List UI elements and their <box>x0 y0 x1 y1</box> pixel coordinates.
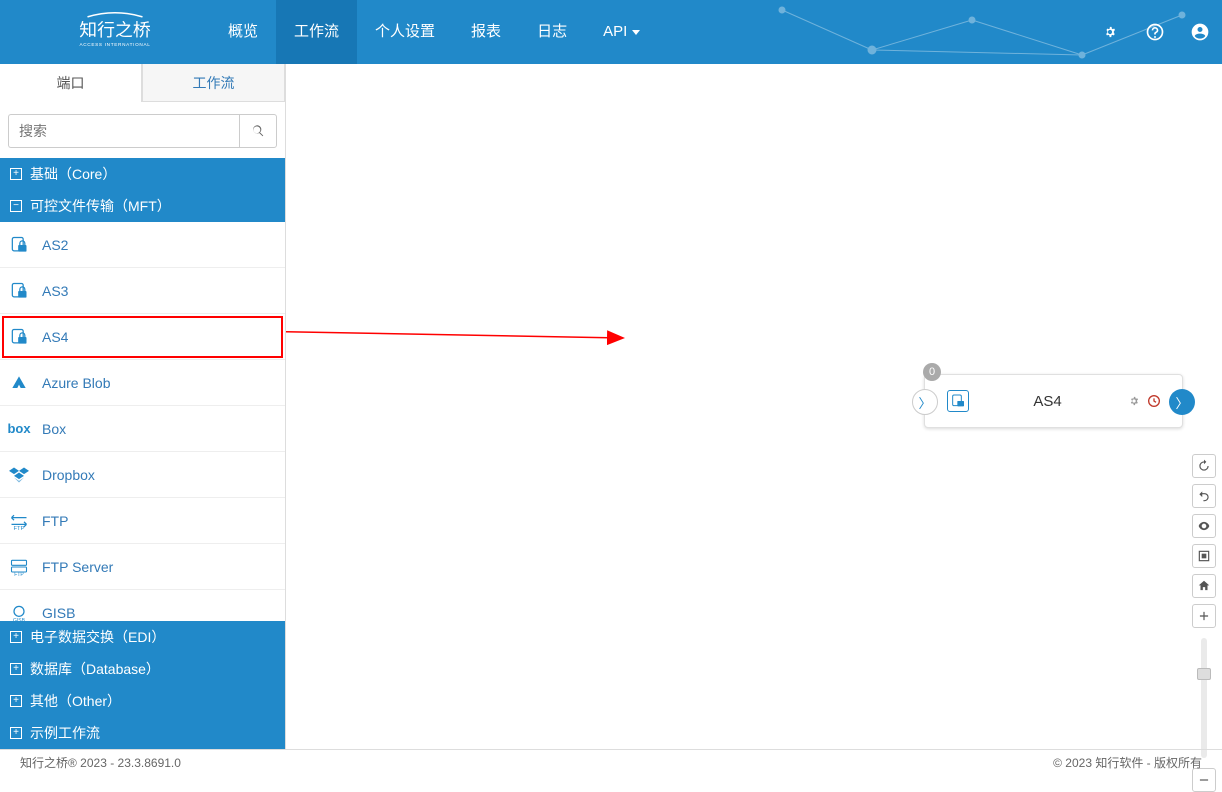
nav-workflow[interactable]: 工作流 <box>276 0 357 64</box>
connector-as2[interactable]: AS2 <box>0 222 285 268</box>
node-output-port[interactable]: 〉 <box>1169 389 1195 415</box>
workflow-node-as4[interactable]: 0 〉 AS4 〉 <box>924 374 1183 428</box>
search-button[interactable] <box>239 114 277 148</box>
connector-dropbox[interactable]: Dropbox <box>0 452 285 498</box>
help-icon[interactable] <box>1145 22 1165 42</box>
svg-text:FTP: FTP <box>13 526 24 531</box>
search-icon <box>251 124 265 138</box>
azure-icon <box>8 372 30 394</box>
ftp-icon: FTP <box>8 510 30 532</box>
node-actions <box>1126 393 1162 409</box>
sidebar-tabs: 端口 工作流 <box>0 64 285 102</box>
nav-reports[interactable]: 报表 <box>453 0 519 64</box>
gear-icon[interactable] <box>1126 393 1142 409</box>
connector-box[interactable]: boxBox <box>0 406 285 452</box>
plus-icon: + <box>10 631 22 643</box>
node-count-badge: 0 <box>923 363 941 381</box>
chevron-down-icon <box>632 30 640 35</box>
connector-azure-blob[interactable]: Azure Blob <box>0 360 285 406</box>
connector-as4[interactable]: AS4 <box>0 314 285 360</box>
gear-icon[interactable] <box>1100 22 1120 42</box>
svg-text:知行之桥: 知行之桥 <box>79 20 151 40</box>
connector-ftp-server[interactable]: FTPFTP Server <box>0 544 285 590</box>
tab-port[interactable]: 端口 <box>0 64 142 102</box>
plus-icon: + <box>10 663 22 675</box>
fit-button[interactable] <box>1192 544 1216 568</box>
box-icon: box <box>8 418 30 440</box>
lock-doc-icon <box>947 390 969 412</box>
category-mft[interactable]: −可控文件传输（MFT） <box>0 190 285 222</box>
category-samples[interactable]: +示例工作流 <box>0 717 285 749</box>
canvas-toolbar <box>1190 454 1218 792</box>
zoom-slider[interactable] <box>1201 638 1207 758</box>
nav-overview[interactable]: 概览 <box>210 0 276 64</box>
user-icon[interactable] <box>1190 22 1210 42</box>
dropbox-icon <box>8 464 30 486</box>
home-button[interactable] <box>1192 574 1216 598</box>
nav-api[interactable]: API <box>585 0 658 64</box>
connector-gisb[interactable]: GISBGISB <box>0 590 285 621</box>
gisb-icon: GISB <box>8 602 30 622</box>
lock-doc-icon <box>8 234 30 256</box>
mft-items-list: AS2 AS3 AS4 Azure Blob boxBox Dropbox FT… <box>0 222 285 621</box>
zoom-in-button[interactable] <box>1192 604 1216 628</box>
nav-logs[interactable]: 日志 <box>519 0 585 64</box>
footer-version: 知行之桥® 2023 - 23.3.8691.0 <box>20 754 181 771</box>
logo[interactable]: 知行之桥 ACCESS INTERNATIONAL <box>0 10 210 54</box>
svg-text:FTP: FTP <box>14 572 24 577</box>
plus-icon: + <box>10 727 22 739</box>
node-title: AS4 <box>969 393 1126 410</box>
plus-icon: + <box>10 695 22 707</box>
connector-as3[interactable]: AS3 <box>0 268 285 314</box>
nav-profile[interactable]: 个人设置 <box>357 0 453 64</box>
zoom-thumb[interactable] <box>1197 668 1211 680</box>
footer-copyright: © 2023 知行软件 - 版权所有 <box>1053 754 1202 771</box>
logo-icon: 知行之桥 ACCESS INTERNATIONAL <box>60 10 170 54</box>
tab-workflow[interactable]: 工作流 <box>142 64 285 102</box>
search-input[interactable] <box>8 114 239 148</box>
lock-doc-icon <box>8 280 30 302</box>
footer: 知行之桥® 2023 - 23.3.8691.0 © 2023 知行软件 - 版… <box>0 749 1222 775</box>
sidebar-search <box>8 114 277 148</box>
category-edi[interactable]: +电子数据交换（EDI） <box>0 621 285 653</box>
category-other[interactable]: +其他（Other） <box>0 685 285 717</box>
workflow-canvas[interactable]: 0 〉 AS4 〉 <box>286 64 1222 749</box>
sidebar: 端口 工作流 +基础（Core） −可控文件传输（MFT） AS2 AS3 AS… <box>0 64 286 749</box>
svg-text:ACCESS INTERNATIONAL: ACCESS INTERNATIONAL <box>79 42 150 47</box>
view-button[interactable] <box>1192 514 1216 538</box>
top-right-icons <box>1100 0 1210 64</box>
lock-doc-icon <box>8 326 30 348</box>
refresh-button[interactable] <box>1192 454 1216 478</box>
connector-ftp[interactable]: FTPFTP <box>0 498 285 544</box>
plus-icon: + <box>10 168 22 180</box>
main-nav: 概览 工作流 个人设置 报表 日志 API <box>210 0 658 64</box>
top-navbar: 知行之桥 ACCESS INTERNATIONAL 概览 工作流 个人设置 报表… <box>0 0 1222 64</box>
node-input-port[interactable]: 〉 <box>912 389 938 415</box>
minus-icon: − <box>10 200 22 212</box>
clock-icon[interactable] <box>1146 393 1162 409</box>
ftp-server-icon: FTP <box>8 556 30 578</box>
undo-button[interactable] <box>1192 484 1216 508</box>
category-database[interactable]: +数据库（Database） <box>0 653 285 685</box>
category-core[interactable]: +基础（Core） <box>0 158 285 190</box>
